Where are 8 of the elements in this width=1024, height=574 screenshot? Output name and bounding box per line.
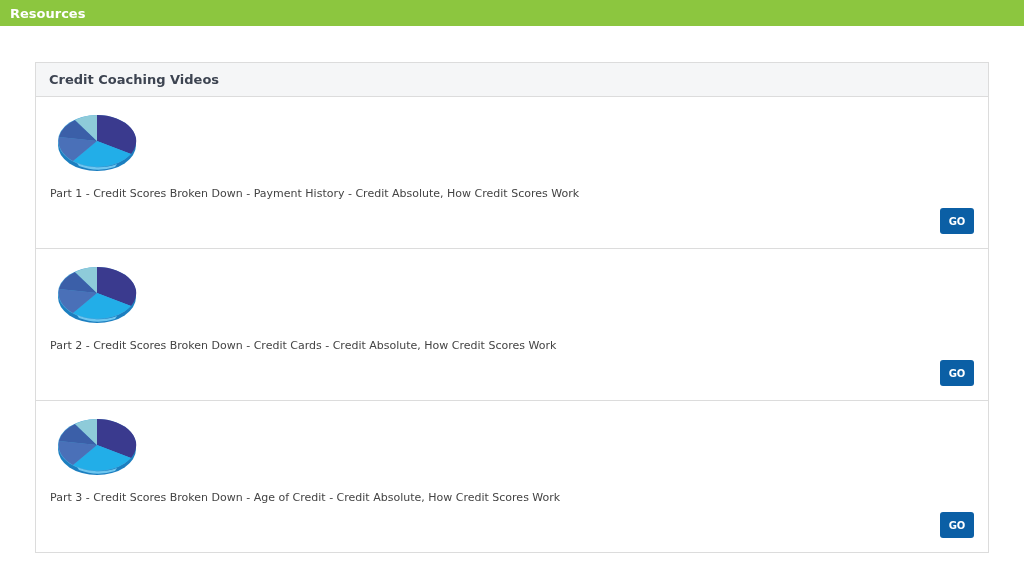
go-button[interactable]: GO — [940, 360, 974, 386]
panel-title: Credit Coaching Videos — [49, 72, 220, 87]
go-button[interactable]: GO — [940, 512, 974, 538]
go-button[interactable]: GO — [940, 208, 974, 234]
video-title: Part 3 - Credit Scores Broken Down - Age of Credit - Credit Absolute, How Credit Scores Work — [50, 491, 562, 504]
video-title: Part 2 - Credit Scores Broken Down - Credit Cards - Credit Absolute, How Credit Scores Work — [50, 339, 558, 352]
page-title: Resources — [10, 5, 86, 21]
video-title: Part 1 - Credit Scores Broken Down - Payment History - Credit Absolute, How Credit Scores Work — [50, 187, 581, 200]
